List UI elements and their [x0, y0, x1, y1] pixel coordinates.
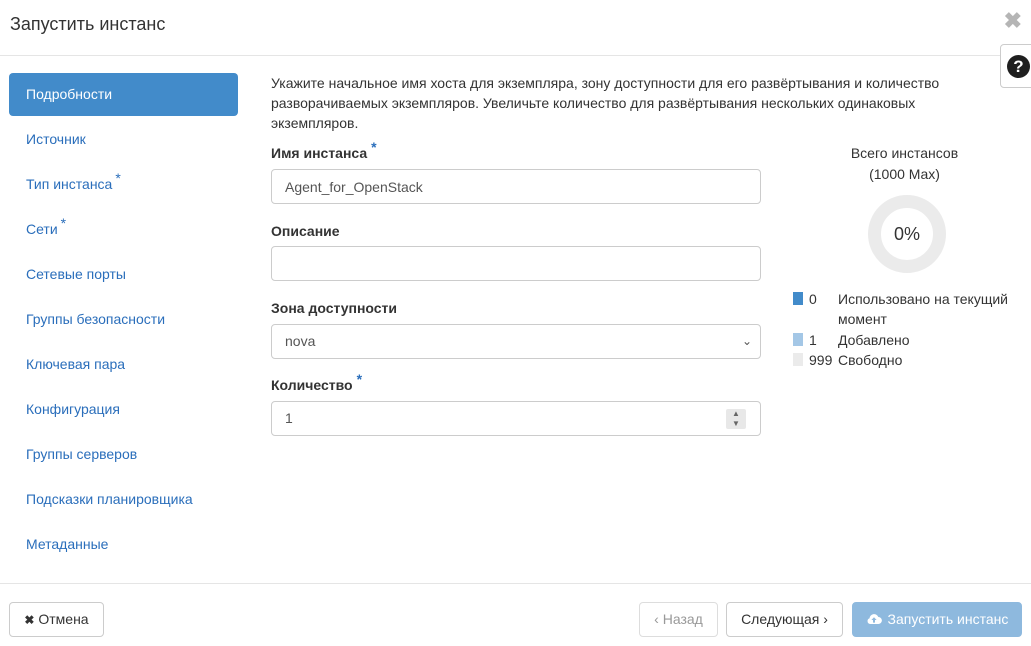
legend-value: 999	[809, 352, 833, 368]
legend-label: Использовано на текущий момент	[838, 291, 1008, 327]
nav-item-label: Конфигурация	[26, 401, 120, 417]
modal-title: Запустить инстанс	[10, 14, 166, 34]
legend-value: 1	[809, 332, 817, 348]
description-label: Описание	[271, 223, 340, 239]
count-value: 1	[285, 410, 293, 426]
step-description: Укажите начальное имя хоста для экземпля…	[271, 75, 940, 131]
availability-zone-value: nova	[285, 333, 316, 349]
nav-item-server-groups[interactable]: Группы серверов	[9, 433, 238, 476]
required-mark: *	[371, 139, 377, 155]
description-input[interactable]	[271, 246, 761, 281]
launch-instance-button[interactable]: Запустить инстанс	[852, 602, 1022, 637]
close-icon: ✖	[24, 613, 35, 627]
quota-title-line1: Всего инстансов	[850, 145, 959, 161]
nav-item-label: Подробности	[26, 86, 113, 102]
count-label-text: Количество	[271, 377, 353, 393]
quota-donut: 0%	[868, 195, 946, 273]
instance-name-label: Имя инстанса *	[271, 139, 377, 161]
modal-footer: ✖ Отмена ‹ Назад Следующая › Запустить и…	[0, 583, 1031, 646]
chevron-down-icon: ⌄	[741, 334, 752, 348]
availability-zone-select[interactable]: nova ⌄	[271, 324, 761, 359]
nav-item-label: Группы серверов	[26, 446, 138, 462]
quota-title-line2: (1000 Max)	[869, 166, 940, 182]
count-label: Количество *	[271, 371, 362, 393]
required-mark: *	[356, 371, 363, 387]
nav-item-configuration[interactable]: Конфигурация	[9, 388, 238, 431]
nav-item-networks[interactable]: Сети *	[9, 208, 238, 251]
legend-label: Свободно	[838, 352, 903, 368]
nav-item-label: Тип инстанса	[26, 176, 113, 192]
nav-item-label: Сетевые порты	[26, 266, 126, 282]
nav-item-label: Подсказки планировщика	[26, 491, 193, 507]
legend-swatch-free	[793, 353, 803, 366]
close-icon[interactable]: ✖	[1004, 10, 1022, 32]
wizard-nav: Подробности Источник Тип инстанса * Сети *…	[9, 73, 238, 568]
nav-item-label: Источник	[26, 131, 86, 147]
help-icon: ?	[1007, 55, 1030, 78]
nav-item-details[interactable]: Подробности	[9, 73, 238, 116]
nav-item-scheduler-hints[interactable]: Подсказки планировщика	[9, 478, 238, 521]
legend-value: 0	[809, 291, 817, 307]
nav-item-label: Сети	[26, 221, 58, 237]
required-mark: *	[60, 215, 67, 231]
instance-name-input[interactable]	[271, 169, 761, 204]
stepper-up-icon[interactable]: ▲	[726, 409, 746, 419]
nav-item-label: Ключевая пара	[26, 356, 126, 372]
legend-swatch-used	[793, 292, 803, 305]
back-button[interactable]: ‹ Назад	[639, 602, 718, 637]
count-stepper[interactable]: 1 ▲ ▼	[271, 401, 761, 436]
launch-button-label: Запустить инстанс	[887, 611, 1009, 627]
nav-item-flavor[interactable]: Тип инстанса *	[9, 163, 238, 206]
stepper-buttons[interactable]: ▲ ▼	[726, 409, 746, 429]
legend-label: Добавлено	[838, 332, 910, 348]
nav-item-source[interactable]: Источник	[9, 118, 238, 161]
help-button[interactable]: ?	[1000, 44, 1031, 88]
legend-swatch-added	[793, 333, 803, 346]
nav-item-label: Метаданные	[26, 536, 109, 552]
nav-item-ports[interactable]: Сетевые порты	[9, 253, 238, 296]
quota-percent: 0%	[893, 224, 920, 244]
cancel-button[interactable]: ✖ Отмена	[9, 602, 104, 637]
quota-title: Всего инстансов (1000 Max)	[787, 143, 1022, 185]
stepper-down-icon[interactable]: ▼	[726, 419, 746, 429]
nav-item-security-groups[interactable]: Группы безопасности	[9, 298, 238, 341]
cancel-button-label: Отмена	[38, 611, 89, 627]
nav-item-keypair[interactable]: Ключевая пара	[9, 343, 238, 386]
modal-header: Запустить инстанс ✖	[0, 0, 1031, 56]
next-button[interactable]: Следующая ›	[726, 602, 843, 637]
required-mark: *	[115, 170, 121, 186]
instance-name-label-text: Имя инстанса	[271, 145, 368, 161]
cloud-upload-icon	[867, 614, 882, 624]
nav-item-metadata[interactable]: Метаданные	[9, 523, 238, 566]
availability-zone-label: Зона доступности	[271, 300, 398, 316]
nav-item-label: Группы безопасности	[26, 311, 166, 327]
